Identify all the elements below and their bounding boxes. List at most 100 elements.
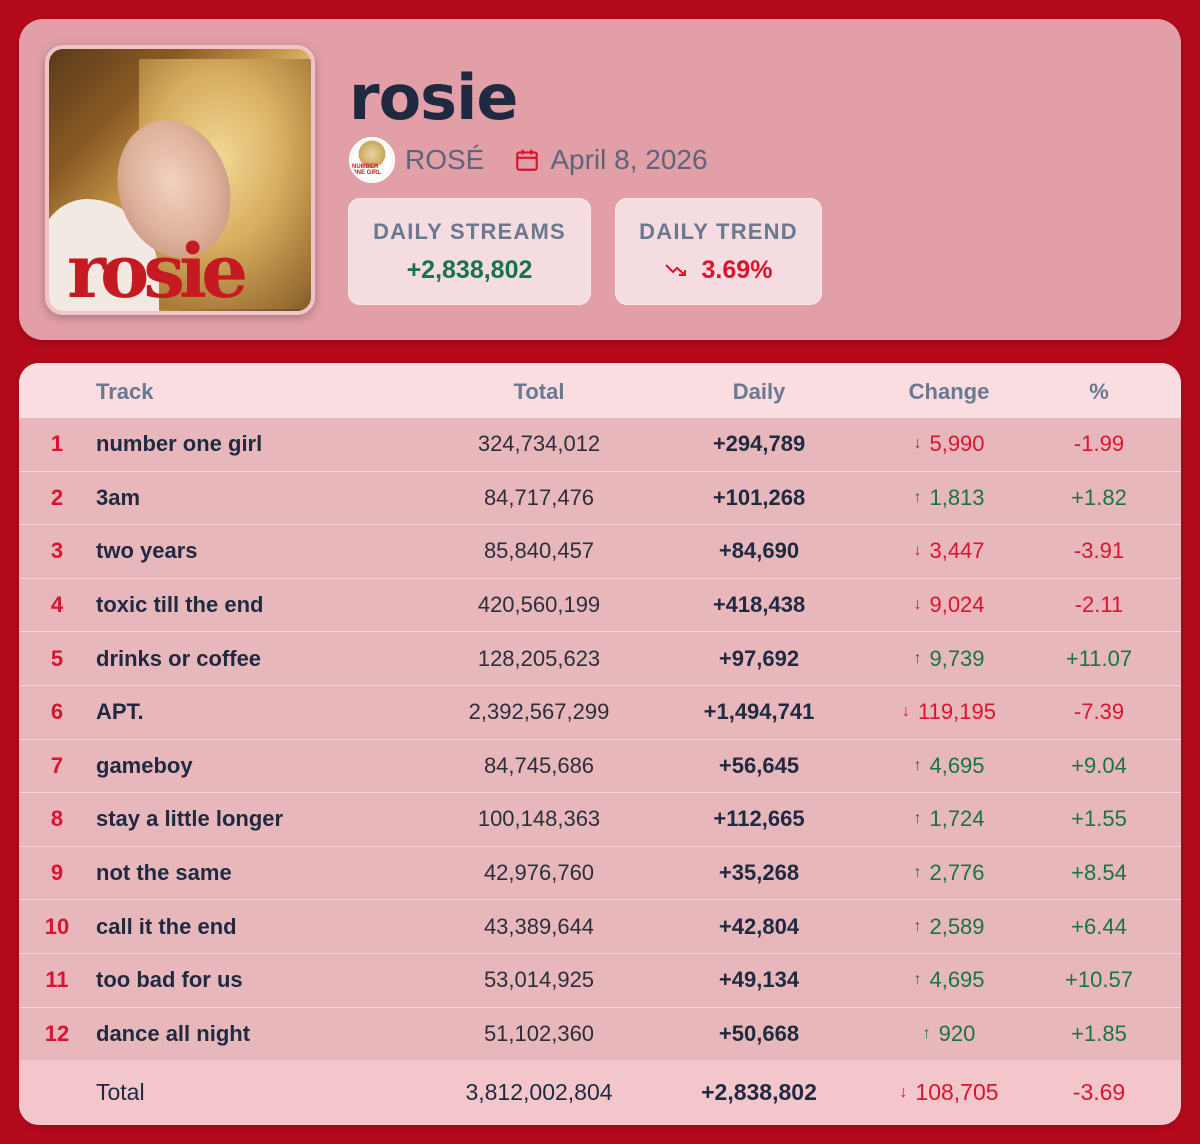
- daily-trend-label: DAILY TREND: [639, 219, 798, 244]
- row-change: ↑ 4,695: [859, 954, 1039, 1007]
- row-track-name[interactable]: toxic till the end: [96, 579, 263, 632]
- row-track-name[interactable]: APT.: [96, 686, 144, 739]
- arrow-down-icon: ↓: [913, 596, 922, 614]
- row-rank: 12: [44, 1020, 70, 1046]
- row-pct: +11.07: [1065, 645, 1133, 671]
- row-change-value: 9,024: [929, 592, 985, 618]
- row-rank: 4: [50, 592, 64, 618]
- table-row[interactable]: 3 two years 85,840,457 +84,690 ↓ 3,447 -3.91: [19, 525, 1181, 579]
- album-header: rosie rosie NUMBER ONE GIRL ROSÉ April 8…: [19, 19, 1181, 340]
- row-daily: +42,804: [718, 913, 800, 939]
- row-change: ↑ 4,695: [859, 740, 1039, 793]
- row-track-name[interactable]: not the same: [96, 847, 232, 900]
- header-daily[interactable]: Daily: [659, 379, 859, 405]
- table-row[interactable]: 9 not the same 42,976,760 +35,268 ↑ 2,776 +8.5…: [19, 847, 1181, 901]
- arrow-down-icon: ↓: [899, 1083, 908, 1101]
- row-track-name[interactable]: dance all night: [96, 1008, 250, 1061]
- arrow-up-icon: ↑: [913, 810, 922, 828]
- artist-avatar[interactable]: NUMBER ONE GIRL: [349, 137, 395, 183]
- table-row[interactable]: 7 gameboy 84,745,686 +56,645 ↑ 4,695 +9.04: [19, 740, 1181, 794]
- daily-streams-card: DAILY STREAMS +2,838,802: [348, 198, 591, 305]
- row-change-value: 920: [938, 1020, 976, 1046]
- row-change: ↑ 9,739: [859, 632, 1039, 685]
- row-change: ↑ 920: [859, 1008, 1039, 1061]
- avatar-image: NUMBER ONE GIRL: [352, 140, 392, 180]
- table-row[interactable]: 11 too bad for us 53,014,925 +49,134 ↑ 4,695 +…: [19, 954, 1181, 1008]
- row-pct: -7.39: [1073, 699, 1125, 725]
- header-pct[interactable]: %: [1029, 379, 1169, 405]
- row-track-name[interactable]: number one girl: [96, 418, 262, 471]
- table-header: Track Total Daily Change %: [19, 363, 1181, 418]
- row-pct: -2.11: [1074, 592, 1124, 618]
- row-change: ↓ 3,447: [859, 525, 1039, 578]
- table-row[interactable]: 12 dance all night 51,102,360 +50,668 ↑ 920 +1…: [19, 1008, 1181, 1062]
- row-track-name[interactable]: two years: [96, 525, 198, 578]
- trending-down-icon: [664, 264, 686, 276]
- row-rank: 7: [50, 752, 64, 778]
- row-total: 53,014,925: [483, 967, 595, 993]
- row-pct: +6.44: [1071, 913, 1127, 939]
- row-daily: +418,438: [712, 592, 806, 618]
- row-pct: +9.04: [1071, 752, 1127, 778]
- footer-change-value: 108,705: [915, 1079, 999, 1105]
- row-track-name[interactable]: too bad for us: [96, 954, 243, 1007]
- daily-trend-value: 3.69%: [701, 256, 773, 284]
- row-track-name[interactable]: 3am: [96, 472, 140, 525]
- daily-trend-row: 3.69%: [616, 256, 821, 285]
- album-title: rosie: [349, 61, 518, 134]
- row-daily: +112,665: [713, 806, 805, 832]
- row-pct: +1.82: [1071, 484, 1127, 510]
- arrow-up-icon: ↑: [913, 649, 922, 667]
- header-track[interactable]: Track: [96, 379, 154, 405]
- row-daily: +101,268: [712, 484, 806, 510]
- cover-title-text: rosie: [67, 229, 248, 315]
- row-track-name[interactable]: gameboy: [96, 740, 193, 793]
- tracks-table: Track Total Daily Change % 1 number one g…: [19, 363, 1181, 1125]
- row-daily: +1,494,741: [703, 699, 815, 725]
- row-rank: 10: [44, 913, 70, 939]
- row-change-value: 2,589: [929, 913, 985, 939]
- table-row[interactable]: 10 call it the end 43,389,644 +42,804 ↑ 2,589…: [19, 900, 1181, 954]
- artist-name[interactable]: ROSÉ: [405, 144, 484, 176]
- row-pct: -1.99: [1073, 431, 1125, 457]
- row-change-value: 2,776: [929, 860, 985, 886]
- row-change: ↑ 1,724: [859, 793, 1039, 846]
- arrow-up-icon: ↑: [913, 971, 922, 989]
- daily-trend-card: DAILY TREND 3.69%: [615, 198, 822, 305]
- calendar-icon: [516, 149, 539, 171]
- row-change: ↑ 2,589: [859, 900, 1039, 953]
- row-change-value: 119,195: [918, 699, 996, 725]
- row-total: 2,392,567,299: [468, 699, 610, 725]
- row-daily: +35,268: [718, 860, 800, 886]
- row-track-name[interactable]: call it the end: [96, 900, 237, 953]
- row-pct: +1.85: [1071, 1020, 1127, 1046]
- table-row[interactable]: 1 number one girl 324,734,012 +294,789 ↓ 5,99…: [19, 418, 1181, 472]
- row-rank: 8: [50, 806, 64, 832]
- row-change: ↓ 5,990: [859, 418, 1039, 471]
- row-track-name[interactable]: drinks or coffee: [96, 632, 261, 685]
- table-row[interactable]: 8 stay a little longer 100,148,363 +112,665…: [19, 793, 1181, 847]
- footer-pct: -3.69: [1072, 1079, 1126, 1105]
- arrow-up-icon: ↑: [913, 488, 922, 506]
- album-cover: rosie: [45, 45, 315, 315]
- row-rank: 5: [50, 645, 64, 671]
- row-total: 85,840,457: [483, 538, 595, 564]
- table-row[interactable]: 2 3am 84,717,476 +101,268 ↑ 1,813 +1.82: [19, 472, 1181, 526]
- row-change-value: 4,695: [929, 752, 985, 778]
- row-daily: +49,134: [718, 967, 800, 993]
- artist-row: NUMBER ONE GIRL ROSÉ April 8, 2026: [349, 137, 708, 183]
- row-change: ↑ 1,813: [859, 472, 1039, 525]
- arrow-down-icon: ↓: [902, 703, 911, 721]
- table-row[interactable]: 5 drinks or coffee 128,205,623 +97,692 ↑ 9,73…: [19, 632, 1181, 686]
- header-change[interactable]: Change: [859, 379, 1039, 405]
- arrow-up-icon: ↑: [913, 756, 922, 774]
- row-daily: +84,690: [718, 538, 800, 564]
- release-date: April 8, 2026: [550, 144, 708, 175]
- row-track-name[interactable]: stay a little longer: [96, 793, 283, 846]
- footer-total: 3,812,002,804: [465, 1079, 613, 1105]
- table-row[interactable]: 4 toxic till the end 420,560,199 +418,438 ↓ 9…: [19, 579, 1181, 633]
- header-total[interactable]: Total: [439, 379, 639, 405]
- daily-streams-label: DAILY STREAMS: [373, 219, 566, 244]
- row-total: 84,717,476: [483, 484, 595, 510]
- table-row[interactable]: 6 APT. 2,392,567,299 +1,494,741 ↓ 119,195 -7.3…: [19, 686, 1181, 740]
